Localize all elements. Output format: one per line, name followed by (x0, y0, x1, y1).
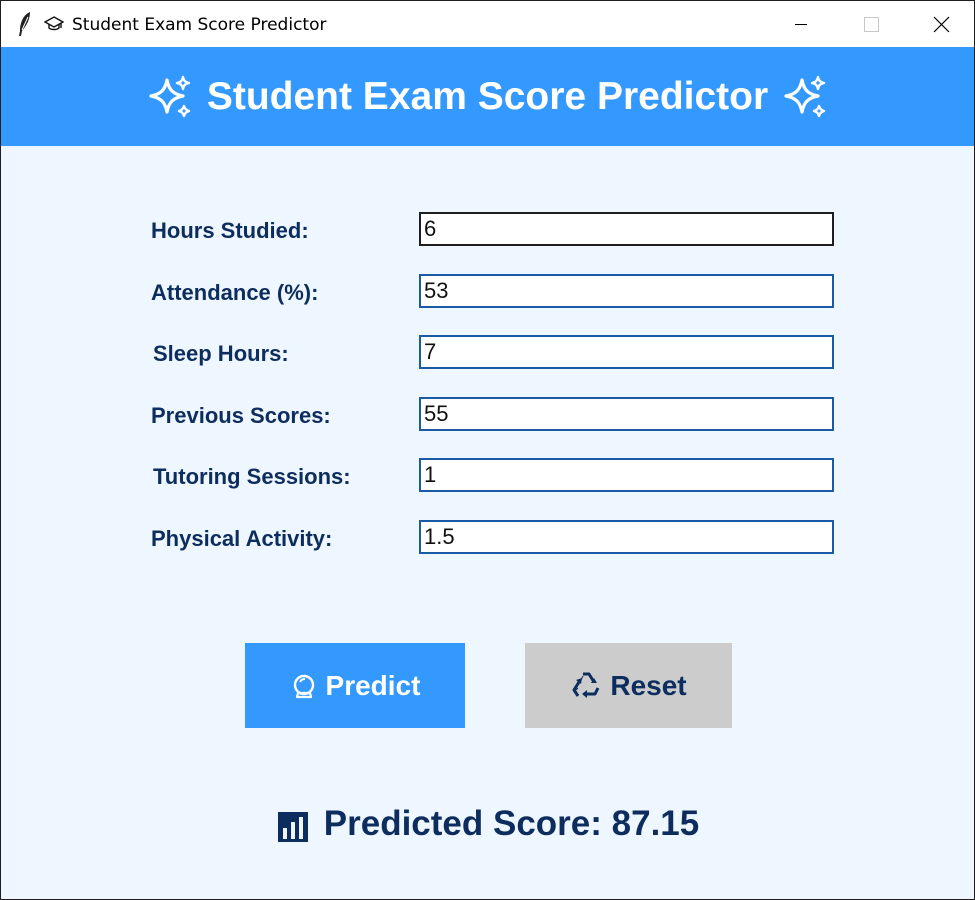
app-window: Student Exam Score Predictor Student Exa… (0, 0, 975, 900)
prediction-result: Predicted Score: 87.15 (1, 797, 974, 851)
predicted-score-text: Predicted Score: 87.15 (323, 804, 700, 843)
reset-button[interactable]: Reset (525, 643, 732, 728)
predict-button-label: Predict (325, 669, 421, 701)
sparkles-icon (784, 75, 826, 117)
title-bar: Student Exam Score Predictor (1, 1, 974, 47)
feather-icon (19, 12, 30, 36)
page-title: Student Exam Score Predictor (206, 74, 769, 118)
previous-scores-label: Previous Scores: (151, 403, 331, 428)
minimize-icon[interactable] (778, 1, 824, 47)
form-row-sleep-hours: Sleep Hours: (1, 335, 974, 371)
bar-chart-icon (277, 812, 308, 842)
recycle-icon (572, 672, 600, 698)
header-banner: Student Exam Score Predictor (1, 47, 974, 146)
form-row-attendance: Attendance (%): (1, 274, 974, 310)
crystal-ball-icon (293, 674, 314, 698)
maximize-icon[interactable] (848, 1, 894, 47)
sleep-hours-label: Sleep Hours: (153, 341, 289, 366)
close-icon[interactable] (918, 1, 964, 47)
physical-activity-input[interactable] (419, 520, 834, 554)
physical-activity-label: Physical Activity: (151, 526, 333, 551)
tutoring-sessions-input[interactable] (419, 458, 834, 492)
previous-scores-input[interactable] (419, 397, 834, 431)
form-row-hours-studied: Hours Studied: (1, 212, 974, 248)
attendance-input[interactable] (419, 274, 834, 308)
predict-button[interactable]: Predict (245, 643, 465, 728)
attendance-label: Attendance (%): (151, 280, 319, 305)
sleep-hours-input[interactable] (419, 335, 834, 369)
reset-button-label: Reset (610, 669, 687, 701)
sparkles-icon (149, 75, 191, 117)
hours-studied-input[interactable] (419, 212, 834, 246)
form-row-tutoring-sessions: Tutoring Sessions: (1, 458, 974, 494)
form-row-previous-scores: Previous Scores: (1, 397, 974, 433)
tutoring-sessions-label: Tutoring Sessions: (153, 464, 351, 489)
window-title: Student Exam Score Predictor (72, 15, 327, 35)
form-row-physical-activity: Physical Activity: (1, 520, 974, 556)
graduation-cap-icon (44, 16, 64, 31)
hours-studied-label: Hours Studied: (151, 218, 309, 243)
